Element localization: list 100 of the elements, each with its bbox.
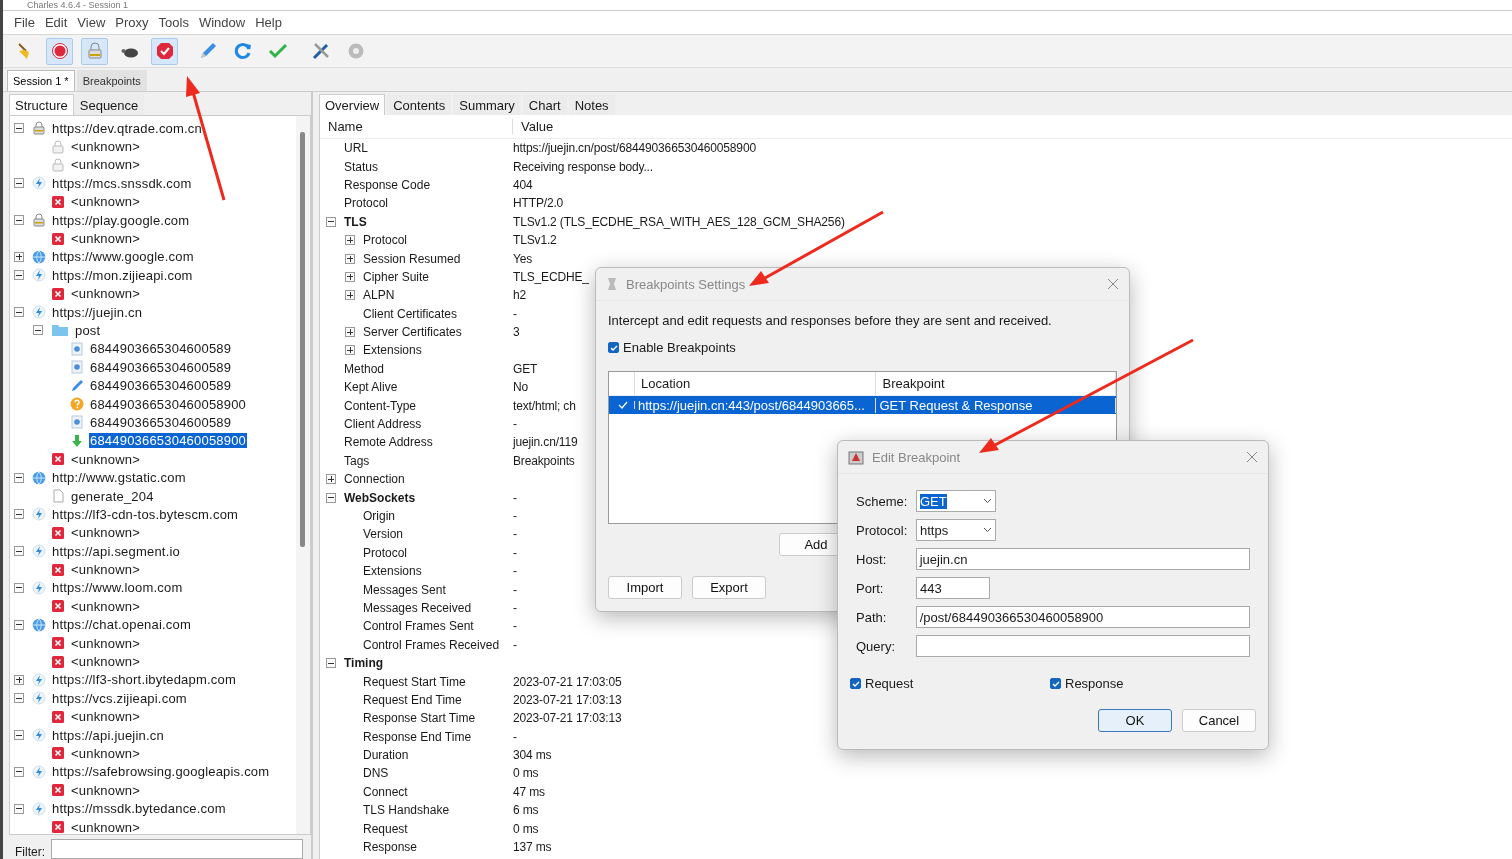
- tree-item[interactable]: https://www.loom.com: [51, 580, 184, 596]
- collapse-toggle[interactable]: [326, 492, 336, 503]
- menu-item[interactable]: Edit: [39, 15, 73, 30]
- collapse-toggle[interactable]: [14, 307, 24, 318]
- collapse-toggle[interactable]: [14, 582, 24, 593]
- tree-item[interactable]: 6844903665304600589: [89, 414, 233, 430]
- tree-item[interactable]: https://juejin.cn: [51, 304, 144, 320]
- dropdown[interactable]: https: [916, 519, 996, 541]
- dialog-button[interactable]: OK: [1098, 709, 1172, 732]
- checkbox[interactable]: [850, 678, 861, 689]
- tree-item[interactable]: https://mssdk.bytedance.com: [51, 801, 227, 817]
- menu-item[interactable]: Proxy: [110, 15, 154, 30]
- toolbar-button[interactable]: [151, 37, 178, 65]
- tree-item[interactable]: 6844903665304600589: [89, 341, 233, 357]
- expand-toggle[interactable]: [14, 251, 24, 262]
- tree-item[interactable]: https://www.google.com: [51, 249, 195, 265]
- tree-item[interactable]: 684490366530460058900: [89, 396, 248, 412]
- tree-item[interactable]: generate_204: [70, 488, 155, 504]
- expand-toggle[interactable]: [14, 674, 24, 685]
- tree-item[interactable]: <unknown>: [70, 782, 142, 798]
- session-tab[interactable]: Session 1 *: [7, 70, 75, 91]
- collapse-toggle[interactable]: [14, 270, 24, 281]
- collapse-toggle[interactable]: [326, 216, 336, 227]
- tree-item[interactable]: 6844903665304600589: [89, 378, 233, 394]
- tree-item[interactable]: <unknown>: [70, 286, 142, 302]
- session-tab[interactable]: Breakpoints: [76, 70, 147, 91]
- collapse-toggle[interactable]: [14, 730, 24, 741]
- tree-item[interactable]: <unknown>: [70, 139, 142, 155]
- collapse-toggle[interactable]: [14, 546, 24, 557]
- menu-item[interactable]: Tools: [153, 15, 194, 30]
- collapse-toggle[interactable]: [14, 803, 24, 814]
- menu-item[interactable]: Window: [193, 15, 251, 30]
- tree-item[interactable]: https://safebrowsing.googleapis.com: [51, 764, 271, 780]
- checkbox[interactable]: [608, 342, 619, 353]
- check-icon[interactable]: [617, 401, 628, 409]
- tree-item[interactable]: <unknown>: [70, 525, 142, 541]
- scrollbar[interactable]: [296, 116, 310, 834]
- checkbox[interactable]: [1050, 678, 1061, 689]
- tree-item[interactable]: https://mcs.snssdk.com: [51, 175, 193, 191]
- tree-item[interactable]: post: [74, 323, 102, 338]
- tree-item[interactable]: http://www.gstatic.com: [51, 470, 187, 486]
- table-row[interactable]: https://juejin.cn:443/post/6844903665... GET Request & Response: [609, 396, 1116, 414]
- tree-item[interactable]: https://api.segment.io: [51, 543, 181, 559]
- tree-item[interactable]: <unknown>: [70, 598, 142, 614]
- collapse-toggle[interactable]: [33, 325, 43, 336]
- expand-toggle[interactable]: [345, 290, 355, 301]
- toolbar-button[interactable]: [46, 37, 73, 65]
- expand-toggle[interactable]: [345, 345, 355, 356]
- collapse-toggle[interactable]: [14, 178, 24, 189]
- tree-item[interactable]: <unknown>: [70, 654, 142, 669]
- collapse-toggle[interactable]: [14, 509, 24, 520]
- menu-item[interactable]: Help: [250, 15, 287, 30]
- close-icon[interactable]: [1107, 278, 1119, 290]
- detail-tab[interactable]: Notes: [568, 94, 615, 115]
- input-field[interactable]: [915, 635, 1250, 657]
- dialog-button[interactable]: Cancel: [1182, 709, 1256, 732]
- view-tab[interactable]: Sequence: [73, 94, 145, 115]
- detail-tab[interactable]: Contents: [387, 94, 452, 115]
- tree-item[interactable]: <unknown>: [70, 635, 142, 651]
- menu-item[interactable]: File: [9, 15, 40, 30]
- dialog-button[interactable]: Import: [608, 576, 682, 599]
- collapse-toggle[interactable]: [326, 658, 336, 669]
- input-field[interactable]: /post/684490366530460058900: [915, 606, 1250, 628]
- collapse-toggle[interactable]: [14, 619, 24, 630]
- tree-item[interactable]: 684490366530460058900: [89, 433, 248, 449]
- expand-toggle[interactable]: [345, 327, 355, 338]
- tree-item[interactable]: <unknown>: [70, 451, 142, 467]
- tree-item[interactable]: https://vcs.zijieapi.com: [51, 690, 188, 706]
- tree-item[interactable]: <unknown>: [70, 709, 142, 725]
- tree-item[interactable]: https://mon.zijieapi.com: [51, 267, 194, 283]
- tree-item[interactable]: <unknown>: [70, 231, 142, 247]
- input-field[interactable]: 443: [916, 577, 990, 599]
- menu-item[interactable]: View: [72, 15, 111, 30]
- tree-item[interactable]: https://api.juejin.cn: [51, 727, 165, 743]
- tree-item[interactable]: <unknown>: [70, 562, 142, 578]
- dropdown[interactable]: GET: [916, 490, 996, 512]
- dialog-button[interactable]: Export: [692, 576, 766, 599]
- close-icon[interactable]: [1246, 451, 1258, 463]
- collapse-toggle[interactable]: [14, 472, 24, 483]
- collapse-toggle[interactable]: [14, 215, 24, 226]
- tree-item[interactable]: <unknown>: [70, 745, 142, 761]
- detail-tab[interactable]: Overview: [319, 94, 386, 115]
- tree-item[interactable]: https://lf3-short.ibytedapm.com: [51, 672, 237, 688]
- collapse-toggle[interactable]: [14, 693, 24, 704]
- expand-toggle[interactable]: [345, 271, 355, 282]
- collapse-toggle[interactable]: [14, 123, 24, 134]
- tree-item[interactable]: 6844903665304600589: [89, 359, 233, 375]
- tree-item[interactable]: https://dev.qtrade.com.cn: [51, 120, 203, 136]
- detail-tab[interactable]: Summary: [453, 94, 521, 115]
- expand-toggle[interactable]: [326, 474, 336, 485]
- tree-item[interactable]: <unknown>: [70, 194, 142, 210]
- expand-toggle[interactable]: [345, 253, 355, 264]
- input-field[interactable]: juejin.cn: [915, 548, 1250, 570]
- tree-item[interactable]: https://chat.openai.com: [51, 617, 192, 633]
- tree-item[interactable]: https://lf3-cdn-tos.bytescm.com: [51, 506, 240, 522]
- tree-item[interactable]: <unknown>: [70, 819, 142, 834]
- expand-toggle[interactable]: [345, 235, 355, 246]
- view-tab[interactable]: Structure: [9, 94, 74, 115]
- filter-field[interactable]: [51, 839, 303, 859]
- tree-item[interactable]: <unknown>: [70, 157, 142, 173]
